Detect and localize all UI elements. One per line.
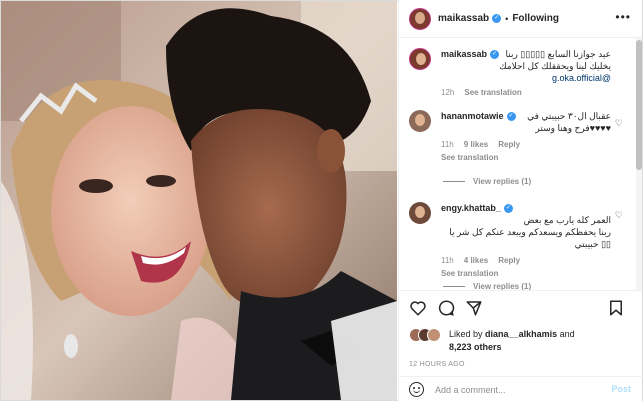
view-replies-label: View replies (1) — [473, 282, 532, 290]
caption-text-2: يخليك لينا ويحققلك كل احلامك — [499, 61, 611, 71]
comment-likes[interactable]: 9 likes — [464, 140, 488, 149]
heart-icon[interactable] — [409, 299, 427, 317]
caption-time[interactable]: 12h — [441, 88, 454, 97]
comment-text-3: ▯▯ حبيبتي — [574, 239, 611, 249]
view-replies-label: View replies (1) — [473, 177, 532, 186]
comment-input[interactable] — [435, 382, 585, 398]
post-button[interactable]: Post — [611, 384, 631, 394]
post-timestamp[interactable]: 12 HOURS AGO — [409, 361, 465, 368]
verified-icon — [490, 50, 500, 60]
following-button[interactable]: Following — [512, 13, 559, 24]
avatar[interactable] — [409, 110, 431, 132]
divider — [443, 286, 465, 288]
comment-item: hananmotawie عقبال ال٣٠ حبيبتي في ♥♥♥♥فر… — [409, 110, 629, 170]
add-comment-bar: Post — [399, 376, 643, 401]
view-replies-button[interactable]: View replies (1) — [443, 282, 531, 290]
comment-icon[interactable] — [437, 299, 455, 317]
comment-likes[interactable]: 4 likes — [464, 256, 488, 265]
separator-dot: • — [505, 13, 509, 24]
see-translation-button[interactable]: See translation — [441, 269, 611, 278]
likes-text: Liked by diana__alkhamis and 8,223 other… — [449, 328, 633, 354]
comment-text: العمر كله يارب مع بعض — [523, 215, 611, 225]
reply-button[interactable]: Reply — [498, 140, 520, 149]
caption-text: عيد جوازنا السابع ▯▯▯▯▯ ربنا — [505, 49, 612, 59]
comment-like-icon[interactable]: ♡ — [615, 118, 623, 129]
comment-item: engy.khattab_ العمر كله يارب مع بعض ربنا… — [409, 202, 629, 278]
caption-mention-link[interactable]: @g.oka.official — [552, 73, 611, 83]
see-translation-button[interactable]: See translation — [441, 153, 611, 162]
view-replies-button[interactable]: View replies (1) — [443, 177, 531, 186]
comment-text: عقبال ال٣٠ حبيبتي في — [527, 111, 611, 121]
share-icon[interactable] — [465, 299, 483, 317]
bookmark-icon[interactable] — [607, 299, 625, 317]
comment-username[interactable]: engy.khattab_ — [441, 203, 501, 213]
comment-username[interactable]: hananmotawie — [441, 111, 504, 121]
liked-by-and: and — [559, 329, 575, 339]
action-icons-row — [409, 299, 633, 319]
divider — [443, 181, 465, 183]
more-options-icon[interactable]: ••• — [615, 10, 631, 24]
verified-icon — [492, 14, 502, 23]
comment-text-2: ♥♥♥♥فرح وهنا وستر — [535, 123, 611, 133]
comment-like-icon[interactable]: ♡ — [615, 210, 623, 221]
post-header: maikassab • Following ••• — [399, 0, 643, 38]
comment-meta: 11h 4 likes Reply — [441, 256, 611, 265]
comment-meta: 11h 9 likes Reply — [441, 140, 611, 149]
liked-by-prefix: Liked by — [449, 329, 483, 339]
verified-icon — [503, 204, 513, 214]
liked-by-user-link[interactable]: diana__alkhamis — [485, 329, 557, 339]
likes-count-link[interactable]: 8,223 others — [449, 342, 502, 352]
avatar — [427, 328, 441, 342]
caption-text-line2: يخليك لينا ويحققلك كل احلامك @g.oka.offi… — [441, 60, 611, 84]
post-actions: Liked by diana__alkhamis and 8,223 other… — [399, 290, 643, 401]
wedding-photo-image — [1, 1, 397, 400]
caption-meta: 12h See translation — [441, 88, 611, 97]
verified-icon — [506, 112, 516, 122]
avatar[interactable] — [409, 48, 431, 70]
emoji-icon[interactable] — [409, 382, 424, 397]
header-username[interactable]: maikassab — [438, 13, 489, 24]
comment-time[interactable]: 11h — [441, 140, 454, 149]
liker-avatars — [409, 328, 443, 342]
scrollbar-thumb[interactable] — [636, 40, 642, 170]
reply-button[interactable]: Reply — [498, 256, 520, 265]
avatar[interactable] — [409, 7, 431, 30]
comment-text-2: ربنا يحفظكم ويسعدكم ويبعد عنكم كل شر يا — [449, 227, 611, 237]
post-side-panel: maikassab • Following ••• maikassab عيد … — [398, 0, 643, 401]
post-photo[interactable] — [1, 1, 397, 400]
see-translation-button[interactable]: See translation — [464, 88, 521, 97]
comment-time[interactable]: 11h — [441, 256, 454, 265]
avatar[interactable] — [409, 202, 431, 224]
comments-list[interactable]: maikassab عيد جوازنا السابع ▯▯▯▯▯ ربنا ي… — [399, 38, 643, 290]
caption-username[interactable]: maikassab — [441, 49, 487, 59]
